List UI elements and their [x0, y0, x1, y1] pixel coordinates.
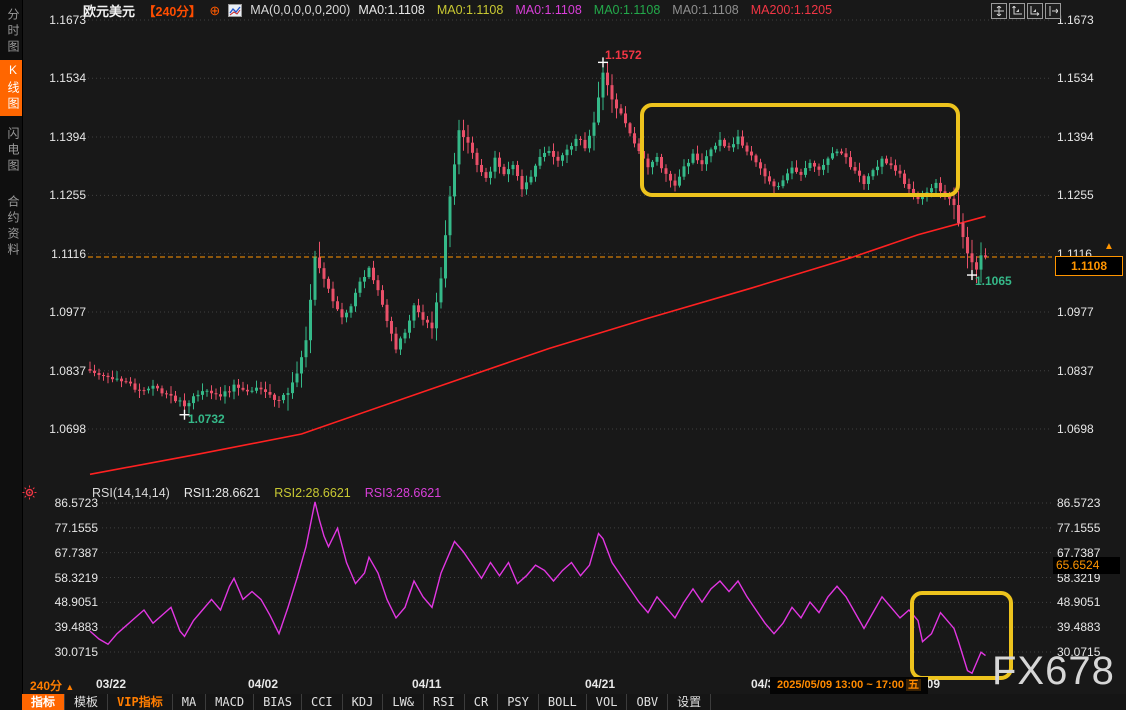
rsi-axis-label-right: 77.1555	[1057, 521, 1100, 535]
rsi-header: RSI(14,14,14) RSI1:28.6621RSI2:28.6621RS…	[92, 486, 441, 500]
toolbar-item-ma[interactable]: MA	[173, 694, 206, 710]
price-axis-label-right: 1.0977	[1057, 305, 1094, 319]
add-indicator-icon[interactable]: ⊕	[209, 4, 220, 17]
bottom-toolbar: 指标模板VIP指标MAMACDBIASCCIKDJLW&RSICRPSYBOLL…	[22, 694, 1126, 710]
price-axis-label-left: 1.0837	[26, 364, 86, 378]
rsi-axis-label-left: 39.4883	[26, 620, 98, 634]
rsi-axis-label-left: 67.7387	[26, 546, 98, 560]
price-axis-label-right: 1.0837	[1057, 364, 1094, 378]
x-axis-label: 04/11	[412, 677, 441, 691]
window-icon-group	[991, 3, 1061, 19]
ma-value: MA0:1.1108	[358, 3, 424, 17]
toolbar-item-cr[interactable]: CR	[465, 694, 498, 710]
rsi-axis-label-left: 48.9051	[26, 595, 98, 609]
x-axis-label: 04/02	[248, 677, 278, 691]
sidebar-tab-lightning-chart[interactable]: 闪电图	[0, 124, 22, 178]
rsi-axis-label-left: 77.1555	[26, 521, 98, 535]
toolbar-item-bias[interactable]: BIAS	[254, 694, 302, 710]
x-axis-label: 03/22	[96, 677, 126, 691]
toolbar-item-macd[interactable]: MACD	[206, 694, 254, 710]
period-label[interactable]: 【240分】	[143, 1, 201, 20]
crosshair-datetime-tooltip: 2025/05/09 13:00 ~ 17:00五	[770, 677, 928, 694]
toolbar-item-cci[interactable]: CCI	[302, 694, 343, 710]
price-axis-label-right: 1.1534	[1057, 71, 1094, 85]
chart-app: 分时图 K线图 闪电图 合约资料 欧元美元 【240分】 ⊕ MA(0,0,0,…	[0, 0, 1126, 710]
price-axis-label-left: 1.1673	[26, 13, 86, 27]
low-annotation: 1.0732	[188, 412, 225, 426]
toolbar-item-rsi[interactable]: RSI	[424, 694, 465, 710]
price-axis-label-left: 1.1116	[26, 247, 86, 261]
ma-values: MA0:1.1108 MA0:1.1108 MA0:1.1108 MA0:1.1108…	[358, 3, 832, 17]
chart-type-icon[interactable]	[228, 4, 242, 17]
ma-value: MA0:1.1108	[672, 3, 738, 17]
price-axis-label-right: 1.0698	[1057, 422, 1094, 436]
price-axis-label-left: 1.0698	[26, 422, 86, 436]
sidebar-tab-kline-chart[interactable]: K线图	[0, 60, 22, 116]
price-axis-label-left: 1.1394	[26, 130, 86, 144]
rsi-title: RSI(14,14,14)	[92, 486, 170, 500]
toolbar-item-obv[interactable]: OBV	[627, 694, 668, 710]
toolbar-item-vip-indicators[interactable]: VIP指标	[108, 694, 173, 710]
ma-value: MA0:1.1108	[515, 3, 581, 17]
rsi-axis-label-right: 86.5723	[1057, 496, 1100, 510]
rsi-value: RSI3:28.6621	[365, 486, 441, 500]
sidebar-tab-time-chart[interactable]: 分时图	[0, 5, 22, 59]
chart-header: 欧元美元 【240分】 ⊕ MA(0,0,0,0,0,200) MA0:1.11…	[83, 2, 832, 18]
rsi-axis-label-left: 58.3219	[26, 571, 98, 585]
toolbar-item-template[interactable]: 模板	[65, 694, 108, 710]
recent-low-annotation: 1.1065	[975, 274, 1012, 288]
pan-right-icon[interactable]	[1045, 3, 1061, 19]
scale-right-axis-icon[interactable]	[1027, 3, 1043, 19]
timeframe-label[interactable]: 240分 ▲	[30, 677, 74, 694]
current-price-tag: 1.1108	[1055, 256, 1123, 276]
rsi-axis-label-right: 39.4883	[1057, 620, 1100, 634]
watermark: FX678	[992, 650, 1115, 692]
timeframe-arrow-icon: ▲	[65, 682, 74, 692]
toolbar-item-vol[interactable]: VOL	[587, 694, 628, 710]
toolbar-item-psy[interactable]: PSY	[498, 694, 539, 710]
rsi-value: RSI1:28.6621	[184, 486, 260, 500]
price-axis-label-left: 1.1534	[26, 71, 86, 85]
rsi-axis-label-right: 48.9051	[1057, 595, 1100, 609]
price-axis-label-right: 1.1673	[1057, 13, 1094, 27]
toolbar-item-kdj[interactable]: KDJ	[343, 694, 384, 710]
x-axis-label: 04/21	[585, 677, 615, 691]
price-axis-label-left: 1.1255	[26, 188, 86, 202]
move-crosshair-icon[interactable]	[991, 3, 1007, 19]
rsi-value: RSI2:28.6621	[274, 486, 350, 500]
weekday-badge: 五	[906, 679, 921, 691]
ma-value: MA200:1.1205	[751, 3, 832, 17]
indicator-alert-icon[interactable]	[22, 485, 37, 500]
scale-left-axis-icon[interactable]	[1009, 3, 1025, 19]
price-up-arrow-icon: ▲	[1104, 241, 1114, 252]
candlestick-chart-canvas[interactable]	[0, 0, 1126, 710]
rsi-level-tag: 65.6524	[1053, 557, 1120, 574]
ma-formula: MA(0,0,0,0,0,200)	[250, 3, 350, 17]
price-axis-label-left: 1.0977	[26, 305, 86, 319]
symbol-title: 欧元美元	[83, 1, 135, 20]
sidebar-tab-contract-info[interactable]: 合约资料	[0, 192, 22, 262]
price-axis-label-right: 1.1255	[1057, 188, 1094, 202]
ma-value: MA0:1.1108	[437, 3, 503, 17]
rsi-axis-label-left: 30.0715	[26, 645, 98, 659]
rsi-values: RSI1:28.6621 RSI2:28.6621 RSI3:28.6621	[184, 486, 441, 500]
toolbar-item-lw[interactable]: LW&	[383, 694, 424, 710]
high-annotation: 1.1572	[605, 48, 642, 62]
price-axis-label-right: 1.1394	[1057, 130, 1094, 144]
toolbar-item-boll[interactable]: BOLL	[539, 694, 587, 710]
ma-value: MA0:1.1108	[594, 3, 660, 17]
toolbar-item-settings[interactable]: 设置	[668, 694, 711, 710]
toolbar-item-indicators[interactable]: 指标	[22, 694, 65, 710]
sidebar: 分时图 K线图 闪电图 合约资料	[0, 0, 23, 710]
